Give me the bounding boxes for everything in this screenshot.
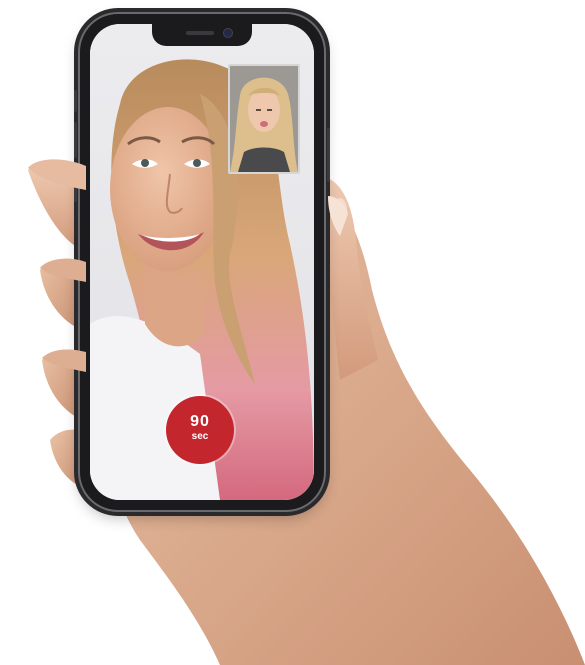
- speaker-grille: [186, 31, 214, 35]
- call-timer-button[interactable]: 90 sec: [166, 396, 234, 464]
- volume-down-button: [74, 122, 77, 158]
- self-view-video: [230, 66, 298, 172]
- power-button: [327, 128, 330, 182]
- phone-screen: 90 sec: [90, 24, 314, 500]
- video-call-mockup: 90 sec: [0, 0, 585, 665]
- front-camera-icon: [224, 29, 232, 37]
- volume-up-button: [74, 90, 77, 112]
- smartphone: 90 sec: [74, 12, 330, 512]
- volume-down-button-2: [74, 166, 77, 202]
- timer-unit: sec: [191, 431, 209, 442]
- timer-value: 90: [190, 413, 210, 430]
- notch: [152, 24, 252, 46]
- self-view-thumbnail[interactable]: [228, 64, 300, 174]
